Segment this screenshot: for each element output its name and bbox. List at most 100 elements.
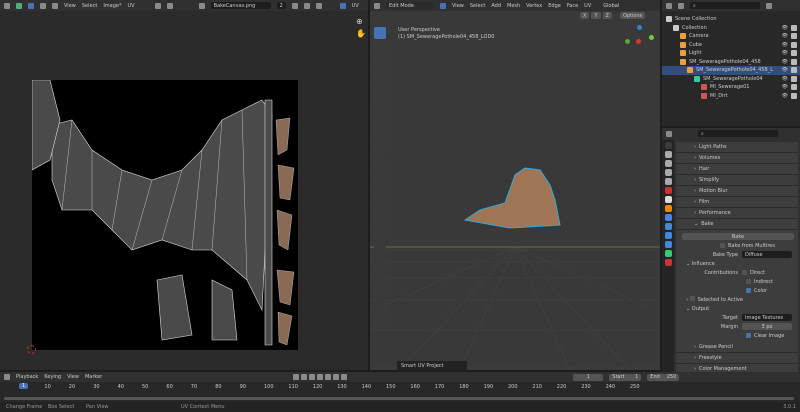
material-tab-icon[interactable] [664, 259, 672, 266]
physics-tab-icon[interactable] [664, 232, 672, 239]
bevel-tool-icon[interactable] [374, 189, 386, 201]
extrude-tool-icon[interactable] [374, 161, 386, 173]
outliner-item[interactable]: Light 👁 [662, 49, 800, 58]
render-camera-icon[interactable] [791, 84, 797, 91]
margin-field[interactable]: 3 px [742, 323, 792, 330]
visibility-eye-icon[interactable]: 👁 [782, 59, 788, 65]
timeline-ruler[interactable]: 0102030405060708090100110120130140150160… [0, 383, 800, 392]
poly-build-tool-icon[interactable] [374, 231, 386, 243]
modifier-tab-icon[interactable] [664, 214, 672, 221]
start-frame-field[interactable]: Start 1 [609, 373, 642, 381]
visibility-eye-icon[interactable]: 👁 [782, 42, 788, 48]
shrink-tool-icon[interactable] [374, 287, 386, 299]
scene-tab-icon[interactable] [664, 178, 672, 185]
display-mode-icon[interactable] [678, 2, 684, 9]
outliner-item[interactable]: Collection 👁 [662, 24, 800, 33]
operator-panel[interactable]: Smart UV Project [397, 361, 467, 370]
loop-cut-tool-icon[interactable] [374, 203, 386, 215]
annotate-tool-icon[interactable] [374, 115, 386, 127]
open-image-icon[interactable] [303, 2, 310, 9]
panel-header[interactable]: › Light Paths [676, 142, 798, 153]
spin-tool-icon[interactable] [374, 245, 386, 257]
3d-viewport[interactable]: Edit Mode View Select Add Mesh Vertex Ed… [370, 0, 660, 370]
panel-header[interactable]: › Simplify [676, 175, 798, 186]
menu-uv[interactable]: UV [127, 3, 134, 9]
add-cube-tool-icon[interactable] [374, 143, 386, 155]
filter-icon[interactable] [766, 2, 772, 9]
render-camera-icon[interactable] [791, 92, 797, 99]
particles-tab-icon[interactable] [664, 223, 672, 230]
2d-cursor-icon[interactable] [27, 345, 36, 354]
overlay-icon[interactable] [339, 2, 346, 9]
editor-type-icon[interactable] [4, 2, 10, 9]
selected-to-active-subpanel[interactable]: › Selected to Active [686, 296, 743, 303]
edge-select-icon[interactable] [40, 2, 46, 9]
zoom-icon[interactable]: ⊕ [356, 17, 363, 26]
sync-selection-icon[interactable] [16, 2, 22, 9]
world-tab-icon[interactable] [664, 187, 672, 194]
panel-header[interactable]: › Performance [676, 208, 798, 219]
gizmo-y[interactable] [649, 35, 654, 40]
render-camera-icon[interactable] [791, 24, 797, 31]
rip-tool-icon[interactable] [374, 315, 386, 327]
view-layer-tab-icon[interactable] [664, 169, 672, 176]
scale-tool-icon[interactable] [374, 83, 386, 95]
direct-checkbox[interactable] [742, 270, 747, 275]
render-tab-icon[interactable] [664, 151, 672, 158]
gizmo-neg-y[interactable] [625, 39, 630, 44]
jump-end-icon[interactable] [341, 374, 348, 380]
outliner-item[interactable]: Scene Collection [662, 15, 800, 24]
editor-type-icon[interactable] [666, 130, 672, 137]
menu-view[interactable]: View [67, 374, 79, 380]
shear-tool-icon[interactable] [374, 301, 386, 313]
indirect-checkbox[interactable] [746, 279, 751, 284]
gizmo-x[interactable] [636, 39, 641, 44]
render-camera-icon[interactable] [791, 67, 797, 74]
vertex-select-icon[interactable] [28, 2, 34, 9]
visibility-eye-icon[interactable]: 👁 [782, 76, 788, 82]
constraints-tab-icon[interactable] [664, 241, 672, 248]
panel-header[interactable]: › Hair [676, 164, 798, 175]
cursor-tool-icon[interactable] [374, 41, 386, 53]
image-name-field[interactable]: BakeCanvas.png [210, 2, 271, 9]
record-icon[interactable] [293, 374, 300, 380]
knife-tool-icon[interactable] [374, 217, 386, 229]
visibility-eye-icon[interactable]: 👁 [782, 33, 788, 39]
tool-tab-icon[interactable] [664, 142, 672, 149]
editor-type-icon[interactable] [4, 374, 10, 380]
outliner-item[interactable]: MI_Dirt 👁 [662, 92, 800, 101]
uv-label[interactable]: UV [352, 3, 359, 9]
inset-tool-icon[interactable] [374, 175, 386, 187]
measure-tool-icon[interactable] [374, 129, 386, 141]
panel-header[interactable]: › Volumes [676, 153, 798, 164]
bake-button[interactable]: Bake [682, 233, 794, 240]
pivot-icon[interactable] [154, 2, 161, 9]
collection-tab-icon[interactable] [664, 196, 672, 203]
output-subpanel[interactable]: ⌄ Output [686, 306, 709, 312]
render-camera-icon[interactable] [791, 75, 797, 82]
editor-type-icon[interactable] [666, 2, 672, 9]
end-frame-field[interactable]: End 250 [647, 373, 680, 381]
panel-header[interactable]: › Grease Pencil [676, 342, 798, 353]
object-tab-icon[interactable] [664, 205, 672, 212]
panel-header[interactable]: › Film [676, 197, 798, 208]
smooth-tool-icon[interactable] [374, 259, 386, 271]
outliner-item[interactable]: SM_SeweragePothole04_458_L 👁 [662, 66, 800, 75]
play-icon[interactable] [325, 374, 332, 380]
panel-header[interactable]: ⌄ Bake [676, 219, 798, 230]
data-tab-icon[interactable] [664, 250, 672, 257]
playhead[interactable]: 1 [19, 383, 29, 389]
output-tab-icon[interactable] [664, 160, 672, 167]
select-tool-icon[interactable] [374, 27, 386, 39]
visibility-eye-icon[interactable]: 👁 [782, 93, 788, 99]
target-dropdown[interactable]: Image Textures [742, 314, 792, 321]
visibility-eye-icon[interactable]: 👁 [782, 84, 788, 90]
face-select-icon[interactable] [52, 2, 58, 9]
visibility-eye-icon[interactable]: 👁 [782, 25, 788, 31]
menu-marker[interactable]: Marker [85, 374, 102, 380]
timeline-scrollbar[interactable] [4, 397, 794, 400]
current-frame-field[interactable]: 1 [573, 373, 604, 381]
edge-slide-tool-icon[interactable] [374, 273, 386, 285]
color-checkbox[interactable] [746, 288, 751, 293]
render-camera-icon[interactable] [791, 41, 797, 48]
